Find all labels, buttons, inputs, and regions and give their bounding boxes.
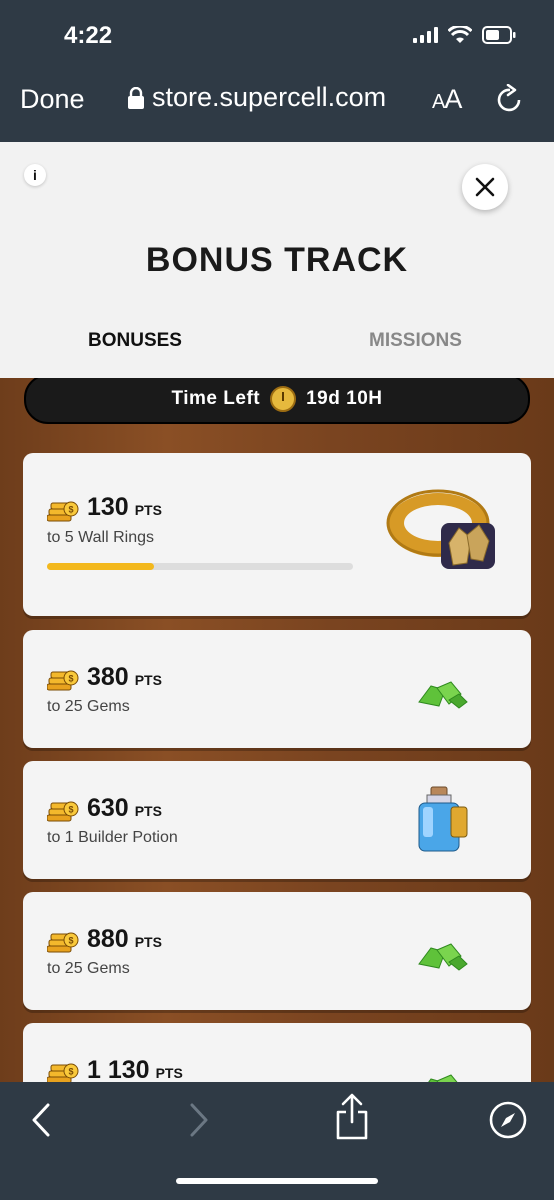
share-icon[interactable] [334, 1092, 370, 1140]
close-button[interactable] [462, 164, 508, 210]
svg-text:$: $ [68, 674, 73, 684]
wifi-icon [448, 26, 472, 44]
coins-icon: $ [47, 932, 79, 953]
points-value: 130 PTS [87, 493, 162, 521]
tab-bonuses[interactable]: BONUSES [88, 330, 182, 352]
gems-icon [418, 943, 468, 971]
home-indicator [176, 1178, 378, 1184]
bonus-card-2[interactable]: $ 380 PTS to 25 Gems [23, 630, 531, 748]
time-left-label: Time Left [171, 388, 261, 409]
bonus-list: Time Left 19d 10H $ 130 PTS to 5 Wall Rin… [0, 378, 554, 1082]
svg-text:$: $ [68, 936, 73, 946]
compass-icon[interactable] [488, 1100, 528, 1140]
done-button[interactable]: Done [20, 84, 85, 115]
url-bar[interactable]: store.supercell.com [128, 82, 386, 113]
wall-ring-icon [386, 489, 495, 569]
info-icon[interactable]: i [24, 164, 46, 186]
coins-icon: $ [47, 501, 79, 522]
stopwatch-icon [270, 386, 297, 412]
points-value: 630 PTS [87, 794, 162, 822]
status-icons [413, 26, 516, 44]
svg-text:$: $ [68, 1067, 73, 1077]
progress-bar [47, 563, 353, 570]
progress-fill [47, 563, 155, 570]
bonus-card-3[interactable]: $ 630 PTS to 1 Builder Potion [23, 761, 531, 879]
reward-text: to 5 Wall Rings [47, 529, 154, 546]
status-time: 4:22 [64, 22, 113, 49]
bonus-card-4[interactable]: $ 880 PTS to 25 Gems [23, 892, 531, 1010]
points-value: 1 130 PTS [87, 1056, 183, 1082]
text-size-big: A [444, 84, 462, 114]
close-icon [475, 177, 495, 197]
tab-missions[interactable]: MISSIONS [369, 330, 462, 352]
reward-text: to 1 Builder Potion [47, 829, 178, 846]
bonus-card-1[interactable]: $ 130 PTS to 5 Wall Rings [23, 453, 531, 616]
page-title: BONUS TRACK [145, 241, 409, 279]
back-icon[interactable] [30, 1102, 52, 1138]
coins-icon: $ [47, 801, 79, 822]
time-left-banner: Time Left 19d 10H [24, 378, 530, 424]
time-left-value: 19d 10H [306, 388, 383, 409]
coins-icon: $ [47, 670, 79, 691]
text-size-button[interactable]: AA [432, 84, 462, 115]
svg-text:$: $ [68, 805, 73, 815]
bonus-card-5[interactable]: $ 1 130 PTS [23, 1023, 531, 1082]
forward-icon[interactable] [188, 1102, 210, 1138]
text-size-small: A [432, 91, 445, 113]
gems-icon [418, 681, 468, 709]
lock-icon [128, 86, 144, 109]
url-text: store.supercell.com [152, 82, 387, 112]
reward-text: to 25 Gems [47, 960, 130, 977]
battery-icon [482, 26, 516, 44]
cellular-signal-icon [413, 27, 438, 43]
points-value: 380 PTS [87, 663, 162, 691]
reload-icon[interactable] [496, 83, 524, 119]
gems-icon [428, 1074, 458, 1082]
svg-text:$: $ [68, 505, 73, 515]
browser-top-bar: 4:22 Done store.supercell.com AA [0, 0, 554, 142]
points-value: 880 PTS [87, 925, 162, 953]
reward-text: to 25 Gems [47, 698, 130, 715]
coins-icon: $ [47, 1063, 79, 1082]
builder-potion-icon [418, 786, 468, 852]
